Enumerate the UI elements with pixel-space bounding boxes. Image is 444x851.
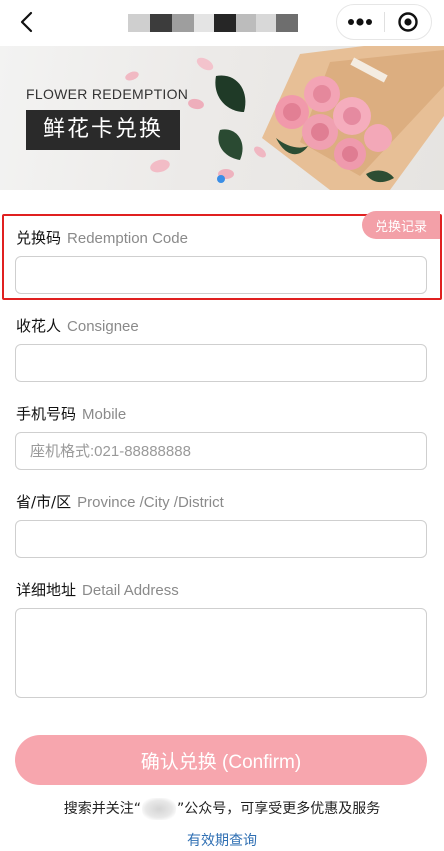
mobile-label-cn: 手机号码 — [16, 405, 77, 423]
province-city-district-input[interactable] — [15, 520, 427, 558]
consignee-label-cn: 收花人 — [16, 317, 62, 335]
detail-address-label-cn: 详细地址 — [16, 581, 77, 599]
redemption-code-label: 兑换码 Redemption Code — [16, 227, 188, 248]
province-label: 省/市/区 Province /City /District — [16, 491, 224, 512]
detail-address-label: 详细地址 Detail Address — [16, 579, 179, 600]
more-button[interactable] — [337, 5, 384, 39]
province-label-cn: 省/市/区 — [16, 493, 72, 511]
carousel-indicator-dot[interactable] — [217, 175, 225, 183]
consignee-label-en: Consignee — [67, 318, 139, 335]
more-dots-icon — [348, 18, 373, 26]
follow-note-suffix: ”公众号，可享受更多优惠及服务 — [177, 801, 381, 817]
mobile-input[interactable] — [15, 432, 427, 470]
validity-query-link[interactable]: 有效期查询 — [0, 830, 444, 850]
flower-banner[interactable]: FLOWER REDEMPTION 鲜花卡兑换 — [0, 46, 444, 190]
mobile-label-en: Mobile — [82, 406, 127, 423]
banner-title-box: 鲜花卡兑换 — [26, 110, 180, 150]
chevron-left-icon — [20, 11, 33, 33]
redemption-code-label-cn: 兑换码 — [16, 229, 62, 247]
redemption-records-button[interactable]: 兑换记录 — [362, 211, 440, 239]
detail-address-label-en: Detail Address — [82, 582, 179, 599]
detail-address-textarea[interactable] — [15, 608, 427, 698]
confirm-redemption-button[interactable]: 确认兑换 (Confirm) — [15, 735, 427, 785]
consignee-label: 收花人 Consignee — [16, 315, 139, 336]
close-mini-program-button[interactable] — [384, 5, 431, 39]
follow-account-note: 搜索并关注“ ”公众号，可享受更多优惠及服务 — [0, 798, 444, 820]
back-button[interactable] — [12, 8, 40, 36]
target-icon — [398, 12, 418, 32]
obscured-account-name — [142, 798, 176, 820]
banner-title: 鲜花卡兑换 — [42, 117, 163, 142]
navigation-bar — [0, 0, 444, 46]
province-label-en: Province /City /District — [77, 494, 224, 511]
mobile-label: 手机号码 Mobile — [16, 403, 126, 424]
mini-program-capsule — [336, 4, 432, 40]
redemption-code-input[interactable] — [15, 256, 427, 294]
banner-subtitle: FLOWER REDEMPTION — [26, 86, 189, 102]
page-title-obscured — [128, 14, 298, 32]
redemption-code-label-en: Redemption Code — [67, 230, 188, 247]
follow-note-prefix: 搜索并关注“ — [63, 801, 141, 817]
consignee-input[interactable] — [15, 344, 427, 382]
